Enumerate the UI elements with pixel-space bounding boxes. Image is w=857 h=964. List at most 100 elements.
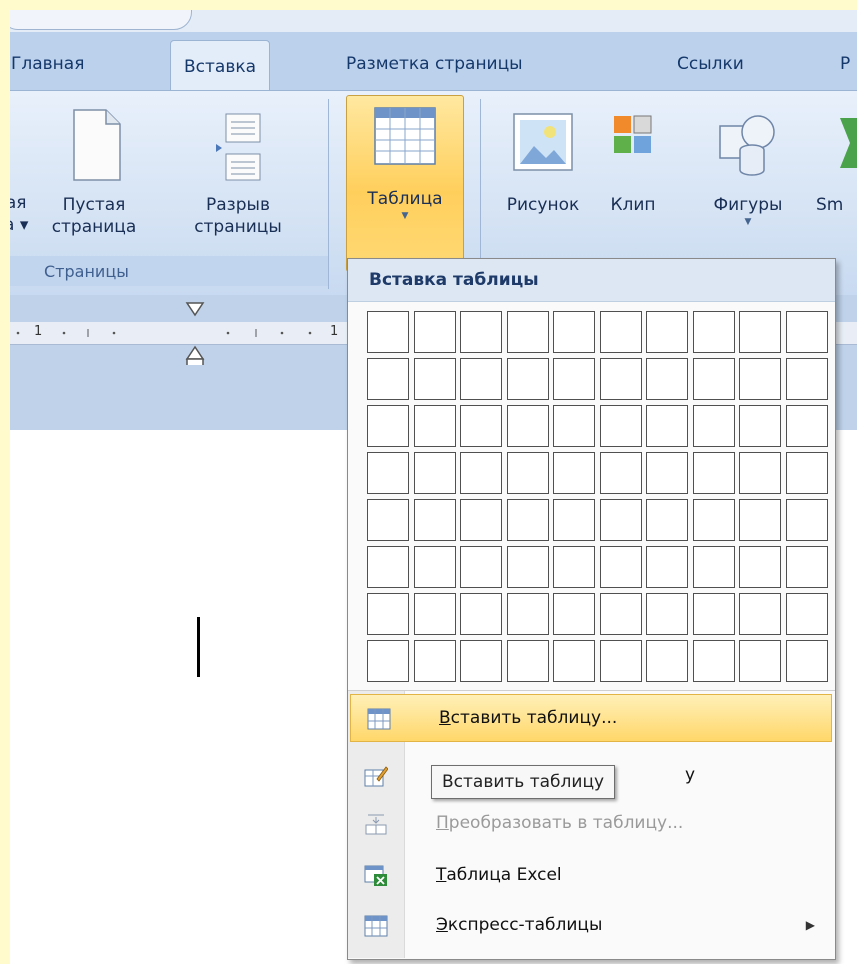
menu-item-insert-table[interactable]: Вставить таблицу...: [350, 694, 832, 742]
menu-item-excel-table[interactable]: Таблица Excel: [348, 852, 835, 900]
quick-access-tab[interactable]: [10, 10, 192, 30]
tab-insert[interactable]: Вставка: [170, 40, 271, 92]
grid-cell[interactable]: [367, 546, 409, 588]
grid-cell[interactable]: [506, 546, 549, 588]
grid-cell[interactable]: [553, 593, 595, 635]
menu-item-convert-to-table[interactable]: Преобразовать в таблицу...: [348, 800, 835, 848]
blank-page-button[interactable]: Пустая страница: [44, 108, 144, 238]
grid-cell[interactable]: [739, 405, 781, 447]
grid-cell[interactable]: [413, 546, 456, 588]
grid-cell[interactable]: [460, 499, 502, 541]
grid-cell[interactable]: [646, 499, 688, 541]
grid-cell[interactable]: [367, 593, 409, 635]
grid-cell[interactable]: [553, 640, 595, 682]
grid-cell[interactable]: [692, 358, 735, 400]
grid-cell[interactable]: [460, 640, 502, 682]
grid-cell[interactable]: [599, 311, 642, 353]
grid-cell[interactable]: [413, 593, 456, 635]
grid-cell[interactable]: [413, 311, 456, 353]
grid-cell[interactable]: [460, 358, 502, 400]
grid-cell[interactable]: [367, 640, 409, 682]
grid-cell[interactable]: [553, 311, 595, 353]
grid-cell[interactable]: [599, 452, 642, 494]
grid-cell[interactable]: [506, 593, 549, 635]
tab-references[interactable]: Ссылки: [677, 54, 744, 74]
grid-cell[interactable]: [646, 358, 688, 400]
grid-cell[interactable]: [739, 358, 781, 400]
grid-cell[interactable]: [413, 452, 456, 494]
cover-page-button[interactable]: ая а ▾: [10, 192, 28, 236]
grid-cell[interactable]: [599, 405, 642, 447]
grid-cell[interactable]: [692, 593, 735, 635]
grid-cell[interactable]: [599, 358, 642, 400]
grid-cell[interactable]: [553, 546, 595, 588]
grid-cell[interactable]: [692, 499, 735, 541]
grid-cell[interactable]: [646, 546, 688, 588]
grid-cell[interactable]: [739, 452, 781, 494]
tab-home[interactable]: Главная: [11, 54, 84, 74]
grid-cell[interactable]: [692, 311, 735, 353]
grid-cell[interactable]: [460, 546, 502, 588]
grid-cell[interactable]: [413, 499, 456, 541]
grid-cell[interactable]: [785, 358, 828, 400]
indent-marker-icon[interactable]: [184, 301, 206, 365]
grid-cell[interactable]: [460, 452, 502, 494]
table-size-grid[interactable]: [367, 311, 828, 682]
grid-cell[interactable]: [367, 405, 409, 447]
grid-cell[interactable]: [739, 499, 781, 541]
grid-cell[interactable]: [553, 499, 595, 541]
grid-cell[interactable]: [367, 311, 409, 353]
grid-cell[interactable]: [599, 593, 642, 635]
grid-cell[interactable]: [367, 358, 409, 400]
grid-cell[interactable]: [646, 405, 688, 447]
grid-cell[interactable]: [692, 452, 735, 494]
grid-cell[interactable]: [506, 640, 549, 682]
grid-cell[interactable]: [692, 405, 735, 447]
grid-cell[interactable]: [553, 405, 595, 447]
grid-cell[interactable]: [646, 311, 688, 353]
grid-cell[interactable]: [506, 358, 549, 400]
clip-button[interactable]: Клип: [600, 108, 666, 216]
grid-cell[interactable]: [553, 358, 595, 400]
menu-item-quick-tables[interactable]: Экспресс-таблицы ▶: [348, 902, 835, 950]
grid-cell[interactable]: [599, 499, 642, 541]
grid-cell[interactable]: [460, 405, 502, 447]
grid-cell[interactable]: [785, 640, 828, 682]
grid-cell[interactable]: [785, 499, 828, 541]
grid-cell[interactable]: [367, 499, 409, 541]
grid-cell[interactable]: [646, 593, 688, 635]
grid-cell[interactable]: [739, 593, 781, 635]
grid-cell[interactable]: [785, 593, 828, 635]
grid-cell[interactable]: [413, 640, 456, 682]
grid-cell[interactable]: [367, 452, 409, 494]
page-break-button[interactable]: Разрыв страницы: [188, 108, 288, 238]
grid-cell[interactable]: [553, 452, 595, 494]
grid-cell[interactable]: [599, 546, 642, 588]
grid-cell[interactable]: [506, 499, 549, 541]
grid-cell[interactable]: [739, 640, 781, 682]
grid-cell[interactable]: [506, 405, 549, 447]
tab-page-layout[interactable]: Разметка страницы: [346, 54, 523, 74]
shapes-button[interactable]: Фигуры ▼: [700, 108, 796, 228]
smartart-button[interactable]: Sm: [816, 108, 857, 216]
grid-cell[interactable]: [692, 640, 735, 682]
grid-cell[interactable]: [413, 405, 456, 447]
picture-button[interactable]: Рисунок: [488, 108, 598, 216]
grid-cell[interactable]: [506, 452, 549, 494]
grid-cell[interactable]: [506, 311, 549, 353]
grid-cell[interactable]: [599, 640, 642, 682]
grid-cell[interactable]: [785, 452, 828, 494]
grid-cell[interactable]: [785, 546, 828, 588]
grid-cell[interactable]: [739, 546, 781, 588]
grid-cell[interactable]: [460, 593, 502, 635]
tab-mailings[interactable]: Р: [840, 54, 850, 74]
grid-cell[interactable]: [785, 311, 828, 353]
grid-cell[interactable]: [646, 640, 688, 682]
grid-cell[interactable]: [646, 452, 688, 494]
grid-cell[interactable]: [785, 405, 828, 447]
grid-cell[interactable]: [413, 358, 456, 400]
grid-cell[interactable]: [739, 311, 781, 353]
grid-cell[interactable]: [692, 546, 735, 588]
table-button[interactable]: Таблица ▼: [346, 95, 464, 272]
grid-cell[interactable]: [460, 311, 502, 353]
